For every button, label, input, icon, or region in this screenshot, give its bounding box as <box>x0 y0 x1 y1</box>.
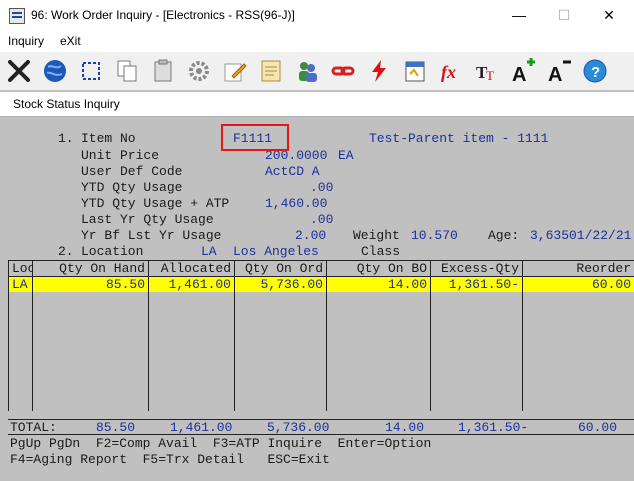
col-header-excess-qty: Excess-Qty <box>430 260 523 277</box>
panel-title: Stock Status Inquiry <box>13 97 120 111</box>
yr-bf-value: 2.00 <box>295 228 327 243</box>
ytd-atp-label: YTD Qty Usage + ATP <box>81 196 230 211</box>
col-header-qty-on-bo: Qty On BO <box>326 260 431 277</box>
table-header-row: Loc Qty On Hand Allocated Qty On Ord Qty… <box>8 260 634 277</box>
paste-icon[interactable] <box>148 55 178 86</box>
col-header-qty-on-hand: Qty On Hand <box>32 260 149 277</box>
stock-table: Loc Qty On Hand Allocated Qty On Ord Qty… <box>8 260 634 411</box>
item-description: Test-Parent item - 1111 <box>369 131 549 146</box>
font-decrease-icon[interactable]: A <box>544 55 574 86</box>
app-icon <box>9 8 25 24</box>
total-qty-on-bo: 14.00 <box>385 420 425 435</box>
font-size-icon[interactable]: TT <box>472 55 502 86</box>
notes-icon[interactable] <box>256 55 286 86</box>
table-empty-space <box>8 292 634 411</box>
ytd-usage-value: .00 <box>310 180 334 195</box>
window-title: 96: Work Order Inquiry - [Electronics - … <box>31 8 295 22</box>
function-icon[interactable]: fx <box>436 55 466 86</box>
cell-allocated[interactable]: 1,461.00 <box>148 276 235 292</box>
cell-qty-on-ord[interactable]: 5,736.00 <box>234 276 327 292</box>
total-label: TOTAL: <box>10 420 57 435</box>
select-icon[interactable] <box>76 55 106 86</box>
menu-bar: Inquiry eXit <box>0 32 634 52</box>
cell-qty-on-hand[interactable]: 85.50 <box>32 276 149 292</box>
svg-text:T: T <box>486 68 494 83</box>
lightning-icon[interactable] <box>364 55 394 86</box>
unit-price-label: Unit Price <box>81 148 160 163</box>
link-icon[interactable] <box>328 55 358 86</box>
user-def-value: ActCD A <box>265 164 320 179</box>
yr-bf-label: Yr Bf Lst Yr Usage <box>81 228 222 243</box>
svg-text:?: ? <box>591 64 600 81</box>
cell-qty-on-bo[interactable]: 14.00 <box>326 276 431 292</box>
total-excess-qty: 1,361.50- <box>458 420 529 435</box>
location-name: Los Angeles <box>233 244 319 259</box>
ytd-atp-value: 1,460.00 <box>265 196 328 211</box>
total-qty-on-ord: 5,736.00 <box>267 420 330 435</box>
toolbar: fx TT A A ? <box>0 52 634 91</box>
uom-value: EA <box>338 148 354 163</box>
users-icon[interactable] <box>292 55 322 86</box>
maximize-button[interactable]: ☐ <box>541 0 587 30</box>
calendar-icon[interactable] <box>400 55 430 86</box>
weight-value: 10.570 <box>411 228 458 243</box>
total-qty-on-hand: 85.50 <box>96 420 136 435</box>
globe-icon[interactable] <box>40 55 70 86</box>
weight-label: Weight <box>353 228 400 243</box>
item-no-highlight-box <box>221 124 289 151</box>
close-icon[interactable] <box>4 55 34 86</box>
cell-reorder[interactable]: 60.00 <box>522 276 634 292</box>
field-number-1: 1. <box>58 131 74 146</box>
age-label: Age: <box>488 228 520 243</box>
footer-keys-line-1: PgUp PgDn F2=Comp Avail F3=ATP Inquire E… <box>10 436 432 451</box>
footer-keys-line-2: F4=Aging Report F5=Trx Detail ESC=Exit <box>10 452 330 467</box>
ytd-usage-label: YTD Qty Usage <box>81 180 183 195</box>
svg-text:fx: fx <box>441 62 456 82</box>
title-bar: 96: Work Order Inquiry - [Electronics - … <box>0 0 634 32</box>
col-header-reorder: Reorder <box>522 260 634 277</box>
field-number-2: 2. <box>58 244 74 259</box>
footer-divider <box>8 434 634 435</box>
item-no-label: Item No <box>81 131 136 146</box>
age-value: 3,63501/22/21 <box>530 228 632 243</box>
edit-icon[interactable] <box>220 55 250 86</box>
help-icon[interactable]: ? <box>580 55 610 86</box>
svg-text:A: A <box>512 64 526 84</box>
close-button[interactable]: ✕ <box>586 0 632 30</box>
cell-loc[interactable]: LA <box>8 276 33 292</box>
minimize-button[interactable]: — <box>496 0 542 30</box>
last-yr-value: .00 <box>310 212 334 227</box>
location-label: Location <box>81 244 144 259</box>
total-allocated: 1,461.00 <box>170 420 233 435</box>
menu-inquiry[interactable]: Inquiry <box>8 34 44 48</box>
class-label: Class <box>361 244 401 259</box>
last-yr-label: Last Yr Qty Usage <box>81 212 214 227</box>
col-header-qty-on-ord: Qty On Ord <box>234 260 327 277</box>
cell-excess-qty[interactable]: 1,361.50- <box>430 276 523 292</box>
font-increase-icon[interactable]: A <box>508 55 538 86</box>
col-header-loc: Loc <box>8 260 33 277</box>
col-header-allocated: Allocated <box>148 260 235 277</box>
settings-icon[interactable] <box>184 55 214 86</box>
svg-text:A: A <box>548 64 562 84</box>
menu-exit[interactable]: eXit <box>60 34 81 48</box>
copy-icon[interactable] <box>112 55 142 86</box>
panel-header: Stock Status Inquiry <box>0 92 634 117</box>
location-code: LA <box>201 244 217 259</box>
user-def-label: User Def Code <box>81 164 183 179</box>
table-row[interactable]: LA 85.50 1,461.00 5,736.00 14.00 1,361.5… <box>8 276 634 292</box>
total-reorder: 60.00 <box>578 420 618 435</box>
